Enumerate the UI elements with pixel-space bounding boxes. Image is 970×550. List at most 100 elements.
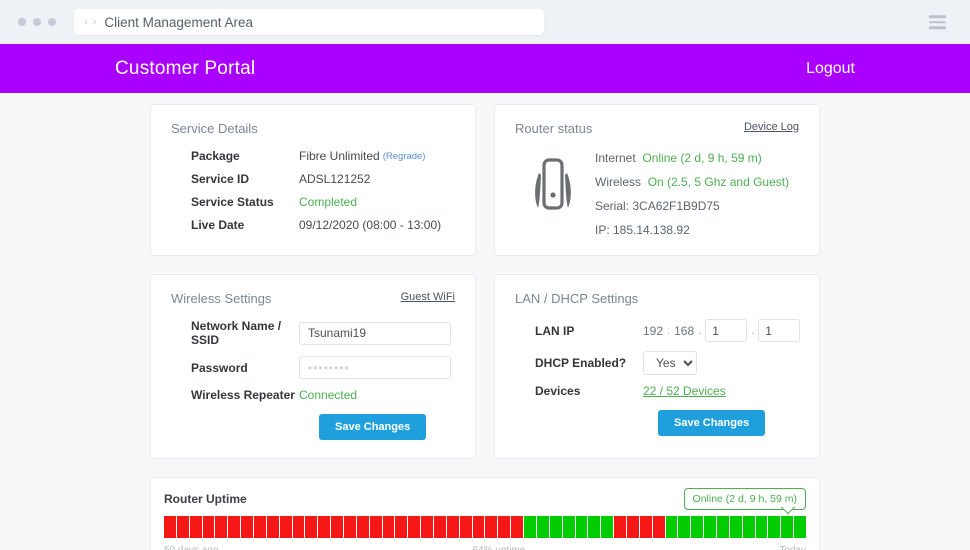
- uptime-bar-segment[interactable]: [331, 516, 344, 538]
- uptime-bar-segment[interactable]: [189, 516, 202, 538]
- service-id-value: ADSL121252: [299, 172, 371, 186]
- uptime-bar-segment[interactable]: [691, 516, 704, 538]
- live-date-value: 09/12/2020 (08:00 - 13:00): [299, 218, 442, 232]
- uptime-bar-chart: [164, 516, 806, 538]
- uptime-bar-segment[interactable]: [729, 516, 742, 538]
- uptime-bar-segment[interactable]: [446, 516, 459, 538]
- ssid-label: Network Name / SSID: [191, 319, 282, 347]
- uptime-bar-segment[interactable]: [254, 516, 266, 538]
- uptime-bar-segment[interactable]: [742, 516, 755, 538]
- uptime-bar-segment[interactable]: [652, 516, 665, 538]
- uptime-bar-segment[interactable]: [498, 516, 511, 538]
- uptime-bar-segment[interactable]: [704, 516, 716, 538]
- page-body: Service Details Package Fibre Unlimited …: [0, 93, 970, 550]
- guest-wifi-link[interactable]: Guest WiFi: [401, 291, 455, 303]
- uptime-bar-segment[interactable]: [614, 516, 626, 538]
- lan-ip-field-group: 192 . 168 . .: [643, 319, 801, 342]
- uptime-bar-segment[interactable]: [768, 516, 781, 538]
- dhcp-enabled-select[interactable]: Yes No: [643, 351, 697, 375]
- uptime-bar-segment[interactable]: [626, 516, 639, 538]
- uptime-bar-segment[interactable]: [305, 516, 318, 538]
- uptime-bar-segment[interactable]: [369, 516, 382, 538]
- lan-save-changes-button[interactable]: Save Changes: [658, 410, 766, 436]
- devices-count-link[interactable]: 22 / 52 Devices: [643, 384, 726, 398]
- uptime-bar-segment[interactable]: [485, 516, 498, 538]
- uptime-bar-segment[interactable]: [164, 516, 176, 538]
- uptime-bar-segment[interactable]: [665, 516, 678, 538]
- router-ip-line: IP: 185.14.138.92: [595, 223, 799, 237]
- dhcp-enabled-label: DHCP Enabled?: [535, 356, 627, 370]
- uptime-bar-segment[interactable]: [266, 516, 279, 538]
- uptime-bar-segment[interactable]: [716, 516, 729, 538]
- address-bar-text: Client Management Area: [104, 14, 253, 30]
- uptime-bar-segment[interactable]: [639, 516, 652, 538]
- uptime-bar-segment[interactable]: [395, 516, 408, 538]
- lan-ip-label: LAN IP: [535, 323, 575, 338]
- uptime-bar-segment[interactable]: [176, 516, 189, 538]
- router-uptime-card: Router Uptime Online (2 d, 9 h, 59 m) 50…: [150, 477, 820, 550]
- package-value: Fibre Unlimited: [299, 149, 380, 163]
- uptime-bar-segment[interactable]: [678, 516, 691, 538]
- logout-button[interactable]: Logout: [806, 60, 855, 78]
- page-title: Customer Portal: [115, 57, 256, 79]
- uptime-bar-segment[interactable]: [421, 516, 434, 538]
- devices-row: Devices 22 / 52 Devices: [515, 384, 799, 398]
- service-row-live-date: Live Date 09/12/2020 (08:00 - 13:00): [171, 218, 455, 232]
- password-label: Password: [191, 360, 248, 375]
- uptime-bar-segment[interactable]: [241, 516, 254, 538]
- router-status-body: Internet Online (2 d, 9 h, 59 m) Wireles…: [515, 149, 799, 237]
- uptime-bar-segment[interactable]: [472, 516, 485, 538]
- lan-dhcp-card: LAN / DHCP Settings LAN IP 192 . 168 . .…: [494, 274, 820, 459]
- uptime-bar-segment[interactable]: [588, 516, 601, 538]
- uptime-bar-segment[interactable]: [382, 516, 395, 538]
- lan-ip-octet-3-input[interactable]: [705, 319, 748, 342]
- address-bar[interactable]: ‹ › Client Management Area: [74, 9, 544, 35]
- uptime-bar-segment[interactable]: [318, 516, 331, 538]
- uptime-bar-segment[interactable]: [562, 516, 575, 538]
- device-log-link[interactable]: Device Log: [744, 121, 799, 133]
- uptime-bar-segment[interactable]: [781, 516, 794, 538]
- uptime-bar-segment[interactable]: [215, 516, 228, 538]
- window-minimize-dot[interactable]: [33, 18, 41, 26]
- app-header: Customer Portal Logout: [0, 44, 970, 93]
- uptime-bar-segment[interactable]: [755, 516, 768, 538]
- router-ip-value: IP: 185.14.138.92: [595, 223, 690, 237]
- uptime-bar-segment[interactable]: [202, 516, 215, 538]
- lan-ip-separator-1: .: [667, 324, 671, 337]
- uptime-bar-segment[interactable]: [279, 516, 292, 538]
- window-close-dot[interactable]: [18, 18, 26, 26]
- service-row-package: Package Fibre Unlimited (Regrade): [171, 149, 455, 163]
- uptime-bar-segment[interactable]: [536, 516, 549, 538]
- wireless-save-row: Save Changes: [171, 414, 455, 440]
- wireless-save-changes-button[interactable]: Save Changes: [319, 414, 427, 440]
- uptime-bar-segment[interactable]: [356, 516, 369, 538]
- devices-label: Devices: [535, 384, 581, 398]
- password-input[interactable]: [299, 356, 451, 379]
- uptime-bar-segment[interactable]: [228, 516, 241, 538]
- cards-grid: Service Details Package Fibre Unlimited …: [150, 104, 820, 459]
- service-details-title: Service Details: [171, 121, 258, 136]
- router-internet-key: Internet: [595, 151, 636, 165]
- regrade-link[interactable]: (Regrade): [383, 151, 426, 162]
- uptime-bar-segment[interactable]: [549, 516, 562, 538]
- window-maximize-dot[interactable]: [48, 18, 56, 26]
- uptime-bar-segment[interactable]: [794, 516, 806, 538]
- lan-ip-octet-4-input[interactable]: [758, 319, 801, 342]
- hamburger-menu-icon[interactable]: [929, 15, 946, 29]
- wireless-repeater-label: Wireless Repeater: [191, 388, 295, 402]
- uptime-bar-segment[interactable]: [408, 516, 421, 538]
- uptime-bar-segment[interactable]: [524, 516, 536, 538]
- uptime-bar-segment[interactable]: [459, 516, 472, 538]
- uptime-status-tooltip: Online (2 d, 9 h, 59 m): [683, 488, 806, 510]
- router-wireless-value: On (2.5, 5 Ghz and Guest): [647, 175, 790, 189]
- uptime-bar-segment[interactable]: [511, 516, 524, 538]
- uptime-bar-segment[interactable]: [575, 516, 588, 538]
- uptime-bar-segment[interactable]: [292, 516, 305, 538]
- uptime-percent-label: 64% uptime: [473, 545, 526, 550]
- service-status-value: Completed: [299, 195, 358, 209]
- uptime-bar-segment[interactable]: [601, 516, 614, 538]
- nav-arrows-icon[interactable]: ‹ ›: [84, 16, 97, 28]
- uptime-bar-segment[interactable]: [344, 516, 356, 538]
- ssid-input[interactable]: [299, 321, 451, 345]
- uptime-bar-segment[interactable]: [434, 516, 446, 538]
